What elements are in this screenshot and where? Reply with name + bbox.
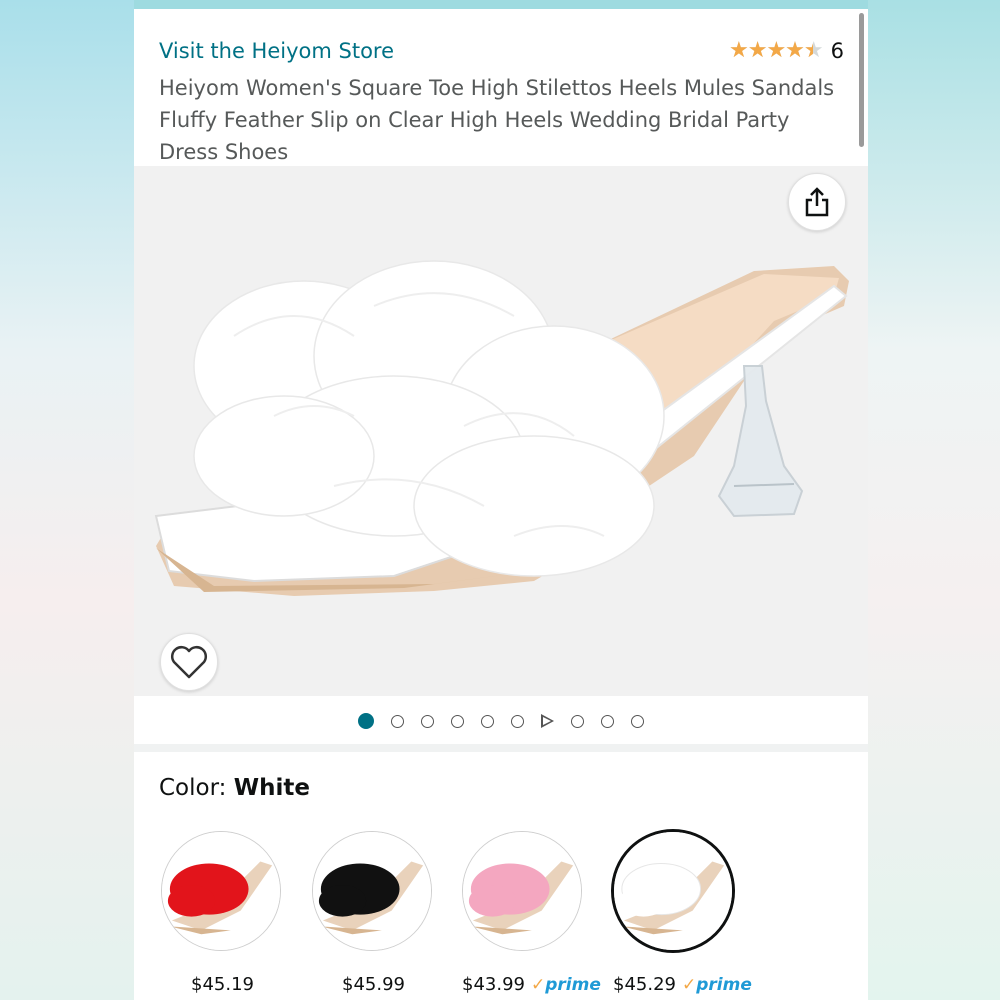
color-swatch-image <box>614 832 732 950</box>
color-label: Color: White <box>159 775 310 801</box>
color-swatch-red[interactable] <box>161 831 281 951</box>
add-to-wishlist-button[interactable] <box>160 633 218 691</box>
background-left <box>0 0 134 1000</box>
product-image-gallery[interactable] <box>134 166 868 696</box>
rating-summary[interactable]: ★★★★★★★★★★ 6 <box>729 39 844 63</box>
heart-icon <box>171 646 207 679</box>
gallery-pagination[interactable] <box>134 709 868 733</box>
gallery-dot[interactable] <box>601 714 614 728</box>
background-right <box>868 0 1000 1000</box>
price-text: $45.29 <box>613 974 676 995</box>
gallery-dot[interactable] <box>511 714 524 728</box>
prime-label: prime <box>545 975 601 995</box>
gallery-dot[interactable] <box>481 714 494 728</box>
color-swatch-image <box>463 832 581 950</box>
gallery-dot[interactable] <box>571 714 584 728</box>
price-text: $43.99 <box>462 974 525 995</box>
price-text: $45.99 <box>342 974 405 995</box>
color-swatch-pink[interactable] <box>462 831 582 951</box>
variant-price-red[interactable]: $45.19 <box>191 974 254 995</box>
color-label-prefix: Color: <box>159 775 234 801</box>
prime-label: prime <box>696 975 752 995</box>
prime-check-icon: ✓ <box>530 975 546 995</box>
gallery-dot[interactable] <box>631 714 644 728</box>
star-rating-fill: ★★★★★ <box>729 40 813 62</box>
gallery-dot-active[interactable] <box>358 713 374 729</box>
product-page: Visit the Heiyom Store ★★★★★★★★★★ 6 Heiy… <box>134 9 868 1000</box>
share-icon <box>805 187 829 217</box>
top-strip <box>134 0 868 9</box>
star-rating: ★★★★★★★★★★ <box>729 38 824 63</box>
gallery-video-indicator[interactable] <box>541 714 554 728</box>
color-swatch-white[interactable] <box>611 829 735 953</box>
prime-badge: ✓prime <box>531 975 601 995</box>
share-button[interactable] <box>788 173 846 231</box>
gallery-dot[interactable] <box>421 714 434 728</box>
price-text: $45.19 <box>191 974 254 995</box>
section-divider <box>134 744 868 752</box>
visit-store-link[interactable]: Visit the Heiyom Store <box>159 39 394 63</box>
variant-price-black[interactable]: $45.99 <box>342 974 405 995</box>
variant-price-pink[interactable]: $43.99 ✓prime <box>462 974 601 995</box>
gallery-dot[interactable] <box>391 714 404 728</box>
scrollbar[interactable] <box>859 13 864 147</box>
color-swatch-image <box>162 832 280 950</box>
gallery-dot[interactable] <box>451 714 464 728</box>
product-image <box>134 166 868 696</box>
color-swatch-image <box>313 832 431 950</box>
prime-check-icon: ✓ <box>681 975 697 995</box>
color-swatch-black[interactable] <box>312 831 432 951</box>
prime-badge: ✓prime <box>682 975 752 995</box>
selected-color-name: White <box>233 775 310 801</box>
variant-price-white[interactable]: $45.29 ✓prime <box>613 974 752 995</box>
rating-count[interactable]: 6 <box>831 39 844 63</box>
product-title: Heiyom Women's Square Toe High Stilettos… <box>159 76 835 164</box>
